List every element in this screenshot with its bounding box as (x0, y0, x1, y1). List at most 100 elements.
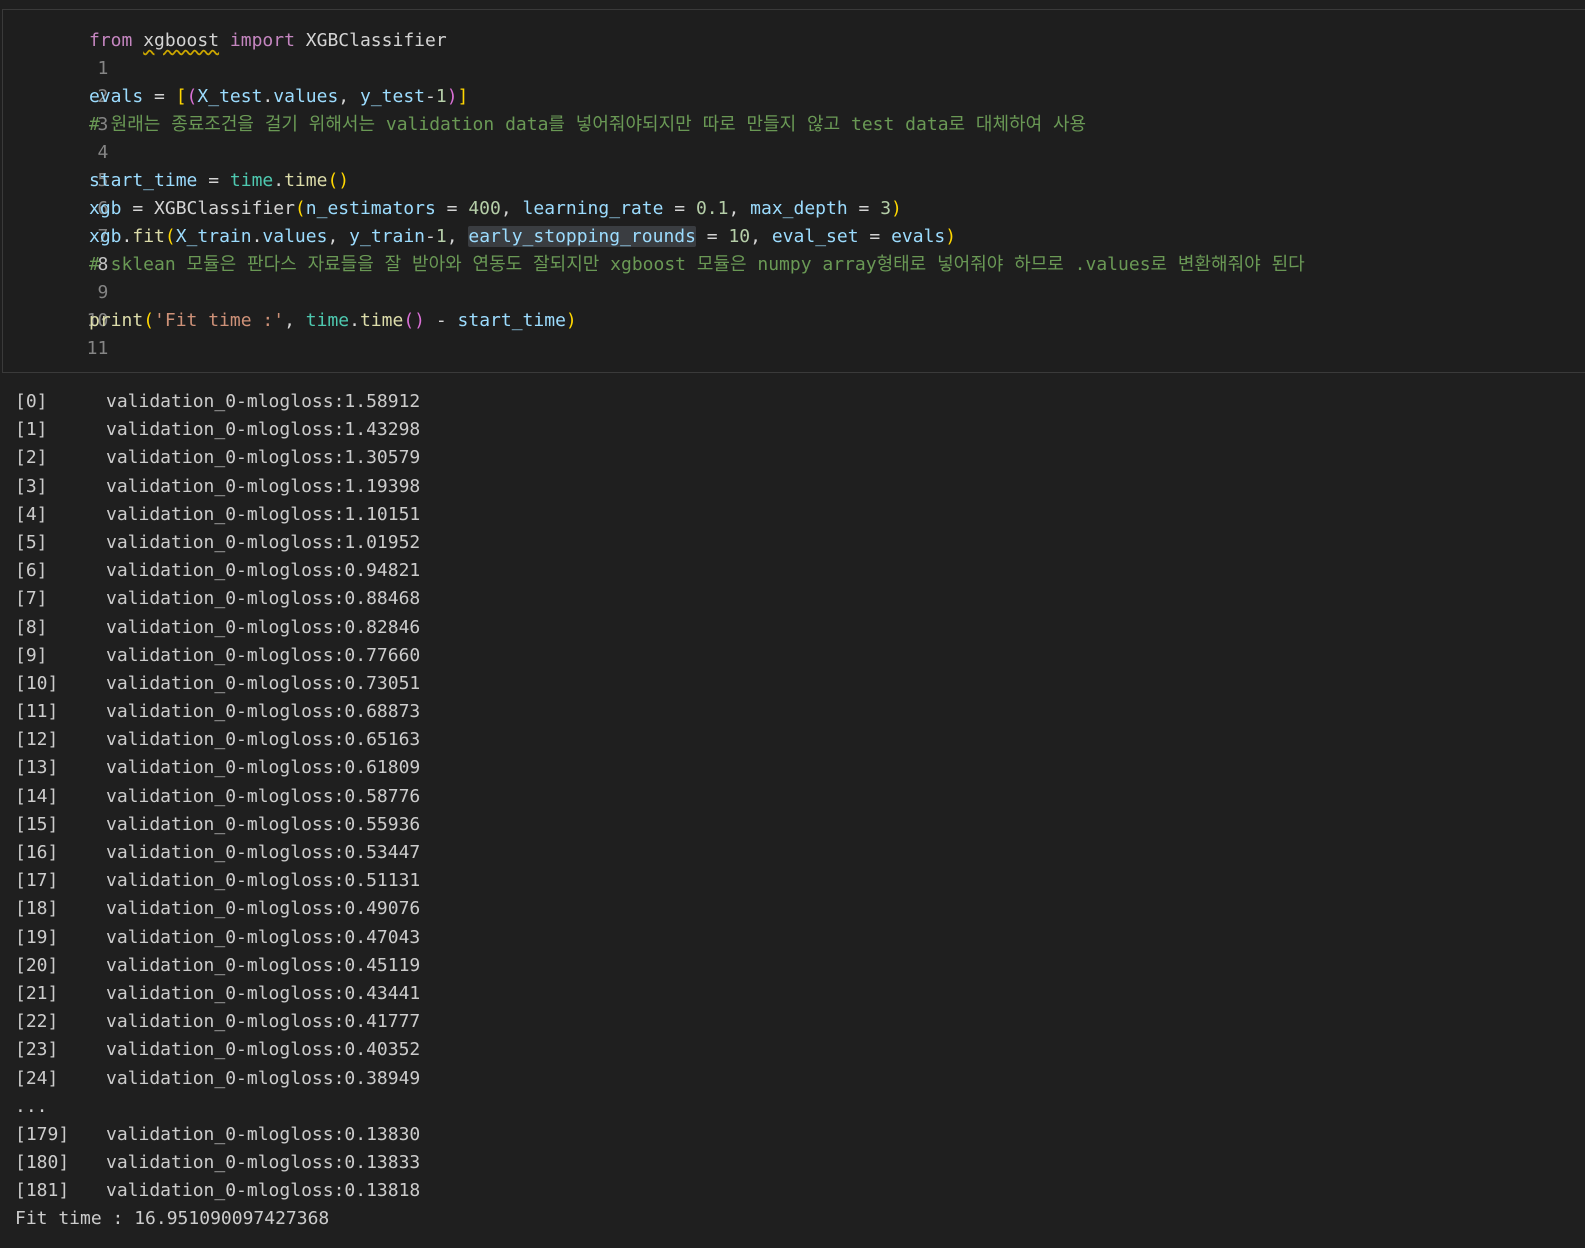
mlogloss-value: validation_0-mlogloss:0.68873 (106, 701, 421, 723)
mlogloss-value: validation_0-mlogloss:0.61809 (106, 757, 421, 779)
mlogloss-value: validation_0-mlogloss:0.40352 (106, 1039, 421, 1061)
param-n-estimators: n_estimators (305, 198, 436, 219)
mlogloss-value: validation_0-mlogloss:1.19398 (106, 475, 421, 497)
var-evals-2: evals (891, 226, 946, 247)
output-row: [10] validation_0-mlogloss:0.73051 (15, 670, 1575, 698)
mlogloss-value: validation_0-mlogloss:0.82846 (106, 616, 421, 638)
iteration-index: [5] (15, 531, 48, 553)
iteration-index: [10] (15, 672, 59, 694)
line-number: 11 (86, 338, 109, 359)
iteration-index: [20] (15, 954, 59, 976)
code-line-5[interactable]: 5 (3, 139, 109, 191)
output-row: [9] validation_0-mlogloss:0.77660 (15, 642, 1575, 670)
output-row: [5] validation_0-mlogloss:1.01952 (15, 529, 1575, 557)
module-xgboost: xgboost (143, 30, 220, 51)
comment-line-4: # 원래는 종료조건을 걸기 위해서는 validation data를 넣어줘… (89, 114, 1087, 135)
iteration-index: [23] (15, 1039, 59, 1061)
fn-time-2: time (359, 310, 404, 331)
output-row: [3] validation_0-mlogloss:1.19398 (15, 473, 1575, 501)
output-row: [23] validation_0-mlogloss:0.40352 (15, 1036, 1575, 1064)
code-line-1[interactable]: 1 from xgboost import XGBClassifier (3, 27, 447, 79)
code-cell-editor[interactable]: 1 from xgboost import XGBClassifier 2 3 … (2, 9, 1585, 373)
output-row: [14] validation_0-mlogloss:0.58776 (15, 783, 1575, 811)
mlogloss-value: validation_0-mlogloss:0.55936 (106, 813, 421, 835)
output-ellipsis: ... (15, 1095, 48, 1117)
param-early-stopping-rounds: early_stopping_rounds (468, 226, 696, 247)
iteration-index: [3] (15, 475, 48, 497)
num-1: 1 (435, 86, 447, 107)
iteration-index: [8] (15, 616, 48, 638)
output-row: [0] validation_0-mlogloss:1.58912 (15, 388, 1575, 416)
fn-time: time (284, 170, 328, 191)
num-10: 10 (728, 226, 751, 247)
module-time: time (229, 170, 274, 191)
output-row: [8] validation_0-mlogloss:0.82846 (15, 614, 1575, 642)
code-line-11[interactable]: 11 print('Fit time :', time.time() - sta… (3, 307, 577, 359)
output-row: [11] validation_0-mlogloss:0.68873 (15, 698, 1575, 726)
iteration-index: [24] (15, 1067, 59, 1089)
mlogloss-value: validation_0-mlogloss:0.88468 (106, 588, 421, 610)
num-400: 400 (468, 198, 501, 219)
iteration-index: [9] (15, 644, 48, 666)
fn-print: print (89, 310, 144, 331)
class-xgbclassifier: XGBClassifier (305, 30, 447, 51)
code-line-8[interactable]: 8 xgb.fit(X_train.values, y_train-1, ear… (3, 223, 956, 275)
cell-output[interactable]: [0] validation_0-mlogloss:1.58912 [1] valid… (15, 388, 1575, 1234)
code-line-4[interactable]: 4 # 원래는 종료조건을 걸기 위해서는 validation data를 넣… (3, 111, 1086, 163)
code-line-3[interactable]: 3 evals = [(X_test.values, y_test-1)] (3, 83, 468, 135)
num-3: 3 (880, 198, 892, 219)
code-line-10[interactable]: 10 (3, 279, 109, 331)
num-1-2: 1 (435, 226, 447, 247)
output-row: [17] validation_0-mlogloss:0.51131 (15, 867, 1575, 895)
iteration-index: [2] (15, 447, 48, 469)
var-start-time: start_time (89, 170, 198, 191)
code-line-2[interactable]: 2 (3, 55, 109, 107)
param-max-depth: max_depth (750, 198, 848, 219)
output-row: [2] validation_0-mlogloss:1.30579 (15, 444, 1575, 472)
var-xgb-2: xgb (89, 226, 122, 247)
var-start-time-2: start_time (457, 310, 566, 331)
mlogloss-value: validation_0-mlogloss:0.94821 (106, 560, 421, 582)
kw-import: import (229, 30, 295, 51)
output-row: [13] validation_0-mlogloss:0.61809 (15, 754, 1575, 782)
mlogloss-value: validation_0-mlogloss:1.43298 (106, 419, 421, 441)
attr-values-2: values (262, 226, 328, 247)
var-x-train: X_train (175, 226, 252, 247)
output-row: [15] validation_0-mlogloss:0.55936 (15, 811, 1575, 839)
code-line-6[interactable]: 6 start_time = time.time() (3, 167, 349, 219)
output-row: [181] validation_0-mlogloss:0.13818 (15, 1177, 1575, 1205)
attr-values: values (273, 86, 339, 107)
output-row: [16] validation_0-mlogloss:0.53447 (15, 839, 1575, 867)
output-row: [1] validation_0-mlogloss:1.43298 (15, 416, 1575, 444)
var-y-test: y_test (359, 86, 426, 107)
mlogloss-value: validation_0-mlogloss:0.51131 (106, 870, 421, 892)
var-x-test: X_test (197, 86, 263, 107)
code-line-9[interactable]: 9 # sklean 모듈은 판다스 자료들을 잘 받아와 연동도 잘되지만 x… (3, 251, 1305, 303)
output-row: [19] validation_0-mlogloss:0.47043 (15, 924, 1575, 952)
mlogloss-value: validation_0-mlogloss:0.47043 (106, 926, 421, 948)
output-row: [12] validation_0-mlogloss:0.65163 (15, 726, 1575, 754)
output-row: [24] validation_0-mlogloss:0.38949 (15, 1065, 1575, 1093)
iteration-index: [4] (15, 503, 48, 525)
iteration-index: [179] (15, 1123, 70, 1145)
num-0-1: 0.1 (695, 198, 729, 219)
code-line-7[interactable]: 7 xgb = XGBClassifier(n_estimators = 400… (3, 195, 902, 247)
output-row: [21] validation_0-mlogloss:0.43441 (15, 980, 1575, 1008)
iteration-index: [17] (15, 870, 59, 892)
var-xgb: xgb (89, 198, 122, 219)
iteration-index: [12] (15, 729, 59, 751)
iteration-index: [0] (15, 391, 48, 412)
output-row: [18] validation_0-mlogloss:0.49076 (15, 895, 1575, 923)
mlogloss-value: validation_0-mlogloss:0.73051 (106, 672, 421, 694)
output-row: [22] validation_0-mlogloss:0.41777 (15, 1008, 1575, 1036)
iteration-index: [6] (15, 560, 48, 582)
iteration-index: [1] (15, 419, 48, 441)
output-row: [20] validation_0-mlogloss:0.45119 (15, 952, 1575, 980)
iteration-index: [19] (15, 926, 59, 948)
class-xgbclassifier-call: XGBClassifier (154, 198, 295, 219)
iteration-index: [18] (15, 898, 59, 920)
module-time-2: time (305, 310, 350, 331)
output-row: [180] validation_0-mlogloss:0.13833 (15, 1149, 1575, 1177)
mlogloss-value: validation_0-mlogloss:0.65163 (106, 729, 421, 751)
kw-from: from (89, 30, 133, 51)
